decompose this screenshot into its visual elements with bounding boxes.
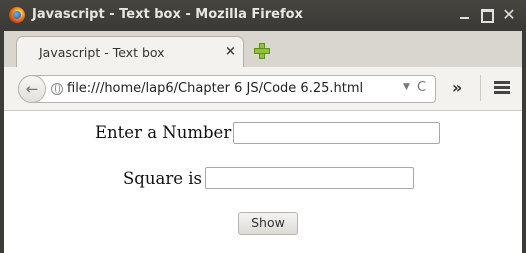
new-tab-icon[interactable]: [254, 43, 270, 59]
square-output[interactable]: [205, 167, 414, 189]
tab-javascript-text-box[interactable]: Javascript - Text box ×: [16, 36, 244, 68]
toolbar-divider: [480, 75, 481, 101]
number-label: Enter a Number: [95, 123, 232, 142]
navigation-bar: ← file:///home/lap6/Chapter 6 JS/Code 6.…: [4, 67, 522, 111]
firefox-logo-icon: [9, 7, 25, 23]
number-input[interactable]: [233, 122, 440, 144]
menu-icon[interactable]: [494, 81, 510, 94]
browser-window: Javascript - Text box - Mozilla Firefox …: [0, 0, 526, 253]
overflow-icon[interactable]: »: [452, 78, 462, 97]
tab-title: Javascript - Text box: [39, 45, 165, 60]
url-bar[interactable]: ← file:///home/lap6/Chapter 6 JS/Code 6.…: [18, 75, 436, 103]
url-text[interactable]: file:///home/lap6/Chapter 6 JS/Code 6.25…: [67, 81, 363, 96]
window-title: Javascript - Text box - Mozilla Firefox: [32, 7, 303, 22]
url-dropdown-icon[interactable]: ▼: [403, 82, 410, 92]
tab-close-icon[interactable]: ×: [225, 44, 236, 59]
title-bar: Javascript - Text box - Mozilla Firefox …: [0, 0, 526, 31]
minimize-icon[interactable]: [458, 8, 472, 22]
globe-icon[interactable]: [51, 83, 63, 95]
square-label: Square is: [123, 169, 202, 188]
page-content: Enter a Number Square is Show: [4, 111, 522, 253]
tab-strip: Javascript - Text box ×: [4, 31, 522, 68]
close-icon[interactable]: ✕: [502, 7, 516, 23]
reload-icon[interactable]: C: [417, 80, 426, 95]
show-button[interactable]: Show: [238, 212, 298, 235]
maximize-icon[interactable]: [480, 8, 494, 23]
back-arrow-icon[interactable]: ←: [18, 75, 46, 103]
